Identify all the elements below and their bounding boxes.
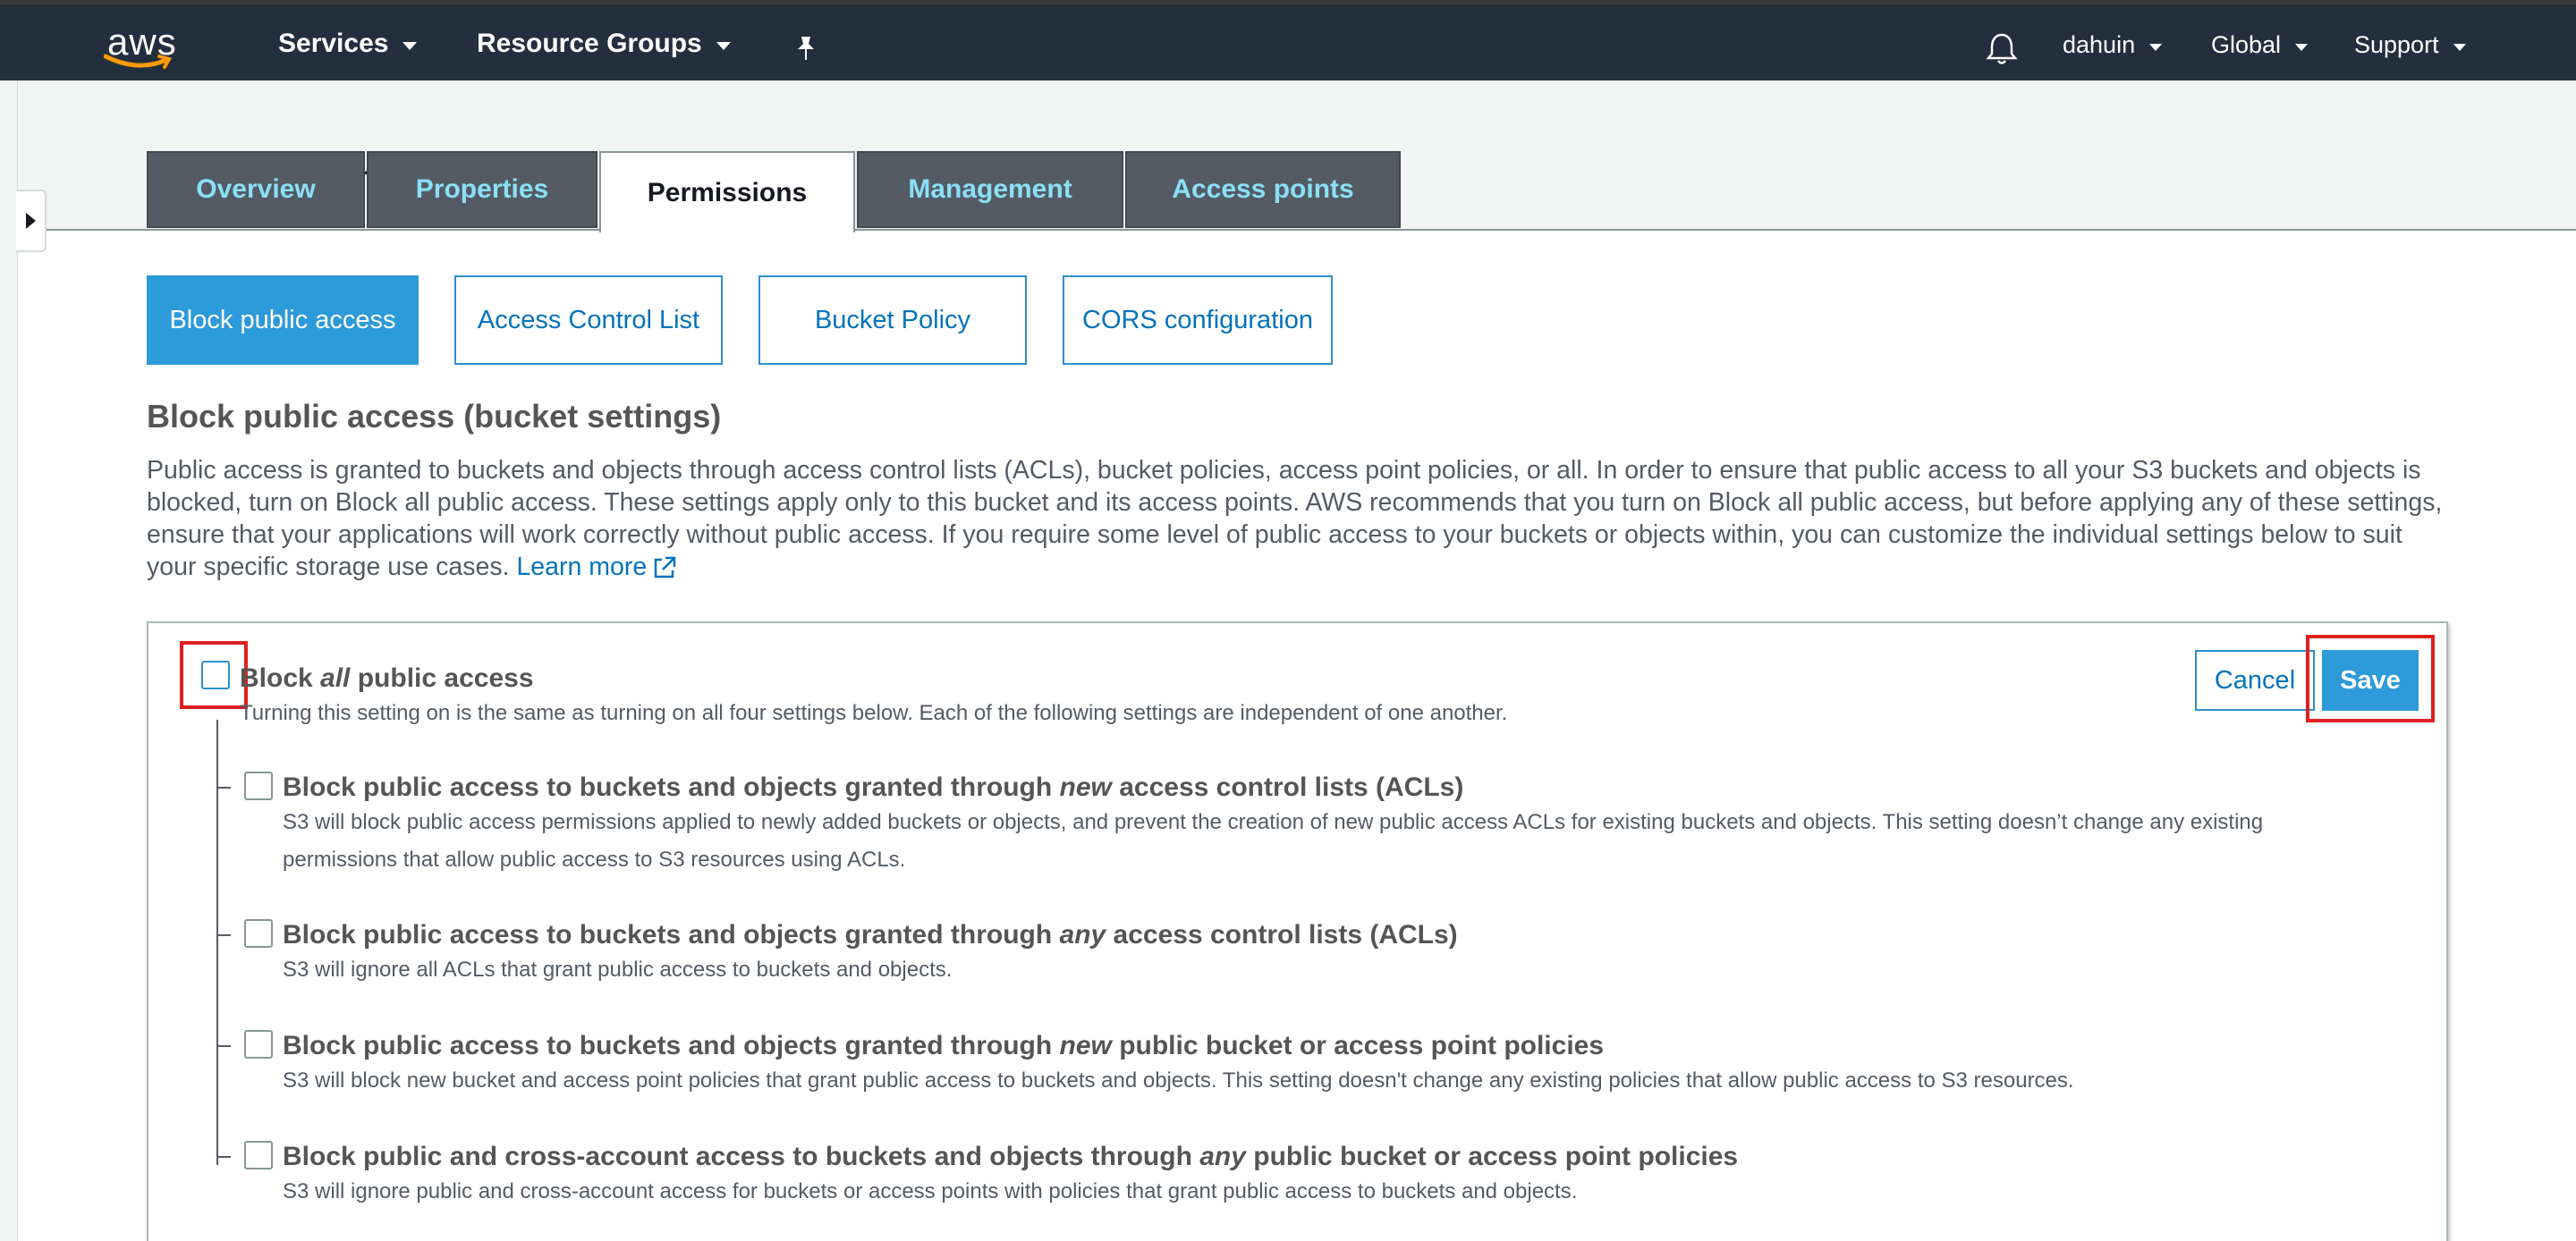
external-link-icon — [654, 557, 676, 578]
top-navbar: aws Services Resource Groups dahuin Glob… — [0, 0, 2576, 80]
setting-new-acls-hint: S3 will block public access permissions … — [283, 810, 2264, 872]
block-all-hint: Turning this setting on is the same as t… — [240, 701, 1508, 725]
tree-branch — [216, 934, 231, 936]
setting-title-post: public bucket or access point policies — [1111, 1031, 1605, 1060]
block-all-title-post: public access — [350, 663, 534, 693]
aws-smile-icon — [104, 54, 172, 69]
highlight-box-checkbox — [180, 641, 248, 709]
highlight-box-save — [2306, 635, 2435, 722]
tab-overview[interactable]: Overview — [147, 151, 365, 228]
tab-access-points[interactable]: Access points — [1125, 151, 1401, 228]
support-menu[interactable]: Support — [2354, 31, 2466, 59]
resource-groups-label: Resource Groups — [477, 29, 702, 58]
setting-new-policies-checkbox[interactable] — [244, 1030, 273, 1059]
section-title: Block public access (bucket settings) — [147, 398, 722, 435]
setting-any-policies-hint: S3 will ignore public and cross-account … — [283, 1179, 1578, 1203]
description-text: Public access is granted to buckets and … — [147, 456, 2443, 581]
setting-title-em: new — [1059, 772, 1112, 802]
setting-new-acls-checkbox[interactable] — [244, 772, 273, 800]
tree-branch — [216, 1156, 231, 1158]
setting-any-acls-title: Block public access to buckets and objec… — [283, 920, 1458, 950]
region-menu[interactable]: Global — [2211, 31, 2309, 59]
services-label: Services — [278, 29, 389, 58]
tree-branch — [216, 787, 231, 789]
block-all-title-em: all — [320, 663, 351, 693]
resource-groups-menu[interactable]: Resource Groups — [477, 29, 731, 59]
setting-title-em: any — [1059, 920, 1106, 950]
bucket-tabs: Overview Properties Permissions Manageme… — [147, 151, 1402, 232]
chevron-down-icon — [2453, 43, 2466, 51]
learn-more-link[interactable]: Learn more — [516, 553, 677, 581]
setting-any-policies-checkbox[interactable] — [244, 1141, 273, 1169]
block-all-title: Block all public access — [240, 663, 534, 694]
left-sidebar-strip — [0, 80, 18, 1241]
bell-icon[interactable] — [1986, 31, 2018, 65]
chevron-down-icon — [402, 41, 418, 50]
setting-title-pre: Block public access to buckets and objec… — [283, 772, 1060, 802]
chevron-down-icon — [2295, 43, 2309, 51]
setting-title-pre: Block public and cross-account access to… — [283, 1142, 1200, 1171]
chevron-down-icon — [2149, 43, 2163, 51]
support-label: Support — [2354, 31, 2439, 58]
caret-right-icon — [25, 213, 36, 229]
region-label: Global — [2211, 31, 2282, 58]
chevron-down-icon — [716, 41, 731, 50]
setting-title-post: access control lists (ACLs) — [1111, 772, 1464, 802]
tab-permissions[interactable]: Permissions — [599, 151, 855, 232]
services-menu[interactable]: Services — [278, 29, 418, 59]
subtab-bucket-policy[interactable]: Bucket Policy — [758, 275, 1027, 365]
subtab-access-control-list[interactable]: Access Control List — [454, 275, 723, 365]
setting-any-policies-title: Block public and cross-account access to… — [283, 1142, 1738, 1172]
aws-logo[interactable]: aws — [104, 21, 184, 74]
account-menu[interactable]: dahuin — [2063, 31, 2163, 59]
block-all-title-pre: Block — [240, 663, 321, 693]
expand-sidebar-button[interactable] — [16, 190, 47, 252]
setting-new-acls-title: Block public access to buckets and objec… — [283, 772, 1463, 803]
account-label: dahuin — [2063, 31, 2136, 58]
setting-title-em: new — [1059, 1031, 1112, 1060]
setting-new-policies-hint: S3 will block new bucket and access poin… — [283, 1068, 2074, 1093]
cancel-button[interactable]: Cancel — [2195, 650, 2315, 711]
setting-title-em: any — [1199, 1142, 1246, 1171]
learn-more-label: Learn more — [516, 553, 648, 581]
setting-title-pre: Block public access to buckets and objec… — [283, 1031, 1060, 1060]
tree-branch — [216, 1045, 231, 1047]
setting-any-acls-checkbox[interactable] — [244, 919, 273, 948]
pin-icon[interactable] — [794, 35, 818, 62]
setting-title-pre: Block public access to buckets and objec… — [283, 920, 1060, 950]
setting-any-acls-hint: S3 will ignore all ACLs that grant publi… — [283, 958, 953, 982]
subtab-cors-configuration[interactable]: CORS configuration — [1063, 275, 1333, 365]
section-description: Public access is granted to buckets and … — [147, 454, 2454, 583]
setting-title-post: access control lists (ACLs) — [1106, 920, 1458, 950]
tab-management[interactable]: Management — [857, 151, 1123, 228]
subtab-block-public-access[interactable]: Block public access — [147, 275, 419, 365]
setting-title-post: public bucket or access point policies — [1245, 1142, 1739, 1171]
tab-properties[interactable]: Properties — [367, 151, 597, 228]
setting-new-policies-title: Block public access to buckets and objec… — [283, 1031, 1604, 1061]
